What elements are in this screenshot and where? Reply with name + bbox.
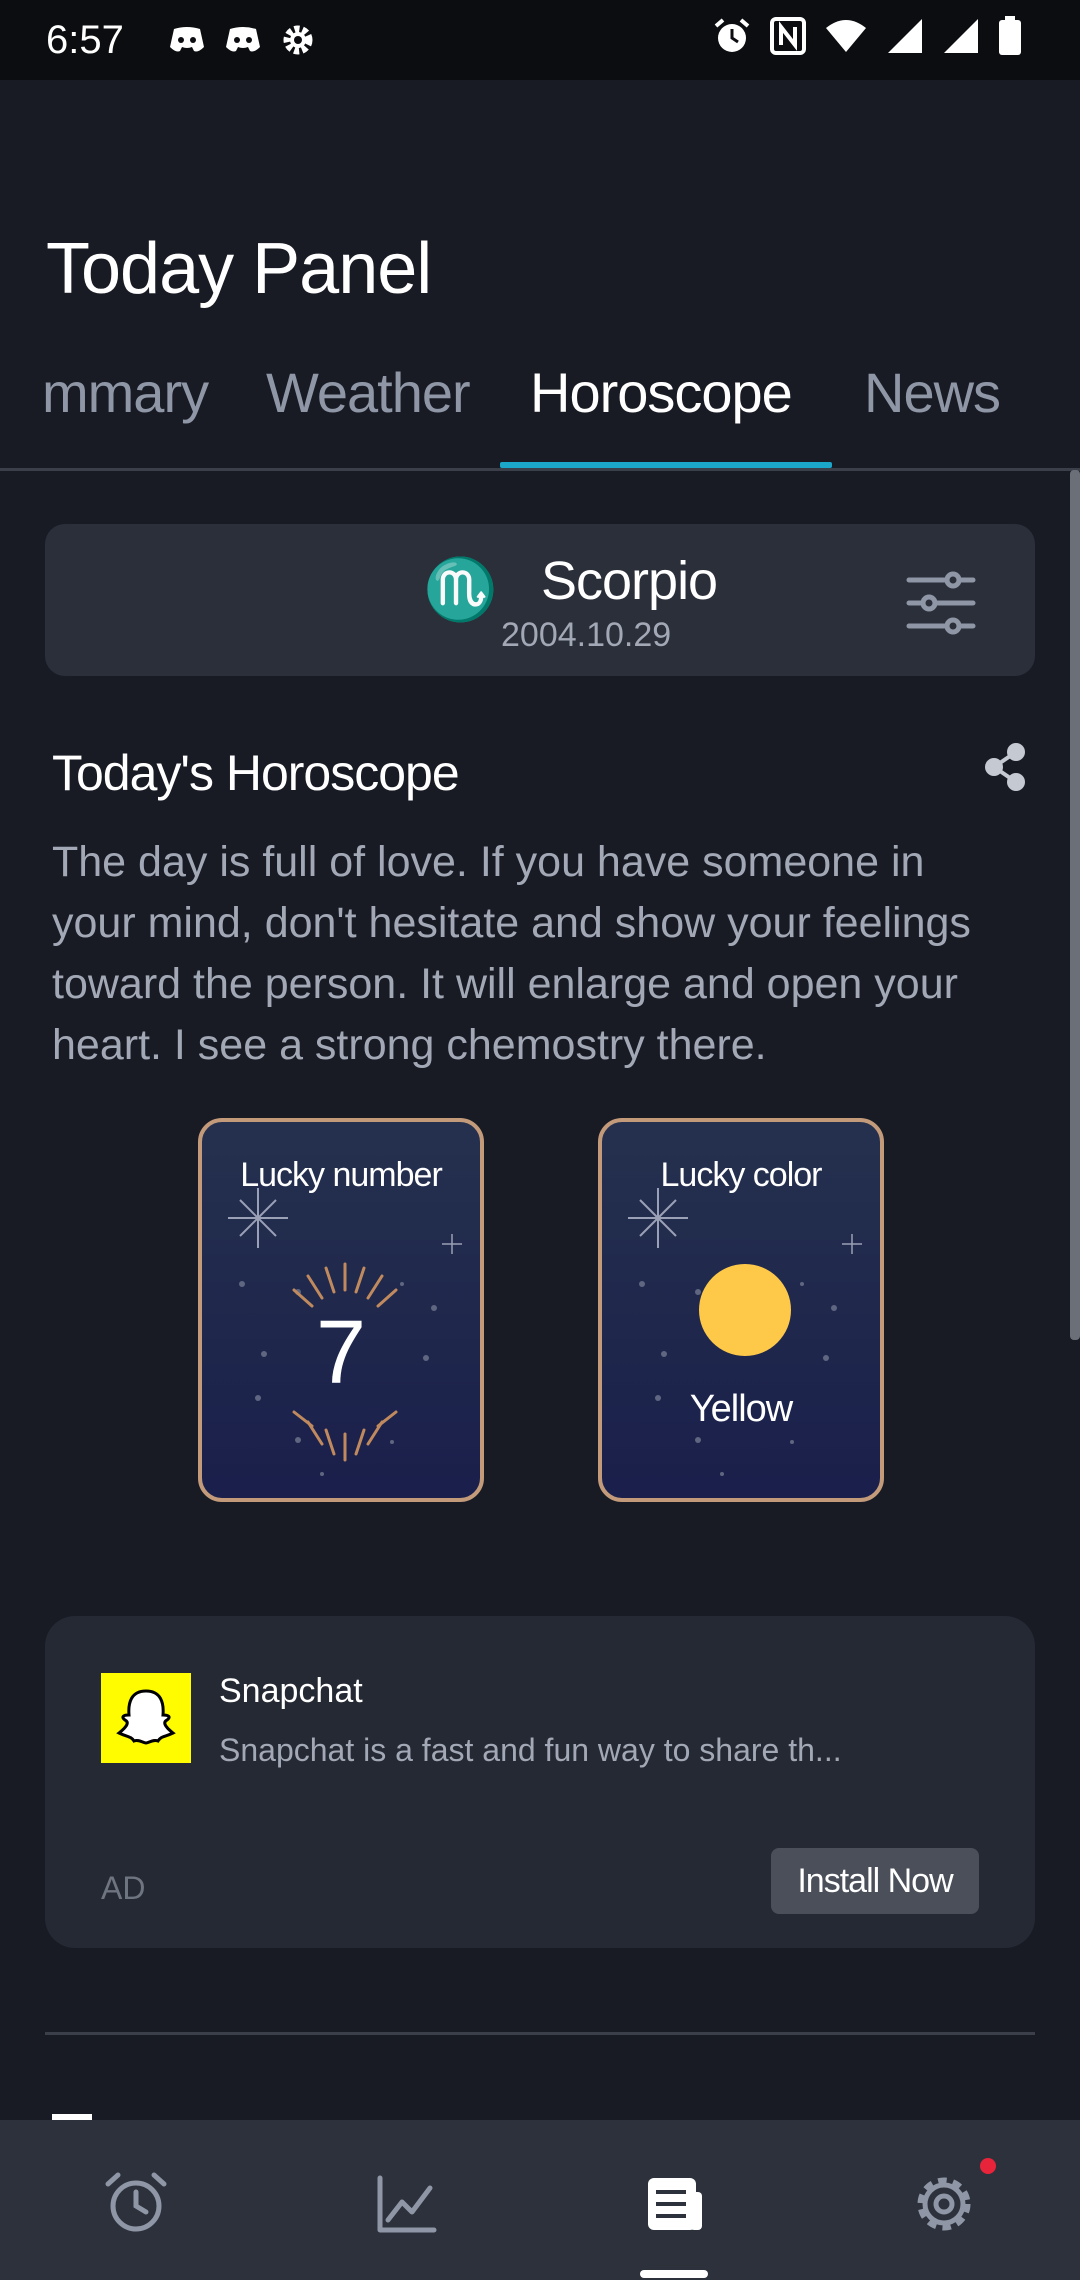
wifi-icon xyxy=(826,20,866,52)
settings-icon[interactable] xyxy=(908,2168,980,2240)
scorpio-icon: ♏ xyxy=(423,556,498,623)
lucky-number-card[interactable]: Lucky number 7 xyxy=(198,1118,484,1502)
snapchat-logo-icon xyxy=(101,1673,191,1763)
alarm-clock-icon[interactable] xyxy=(100,2168,172,2240)
share-icon[interactable] xyxy=(984,742,1026,792)
lucky-number-label: Lucky number xyxy=(240,1156,443,1194)
nfc-icon xyxy=(770,17,806,55)
tab-bar: mmary Weather Horoscope News xyxy=(0,350,1080,470)
horoscope-title: Today's Horoscope xyxy=(52,745,460,801)
sliders-icon[interactable] xyxy=(901,568,981,638)
install-now-button[interactable]: Install Now xyxy=(771,1848,979,1914)
tab-weather[interactable]: Weather xyxy=(266,360,471,425)
zodiac-sign-card[interactable]: ♏ Scorpio 2004.10.29 xyxy=(45,524,1035,676)
gear-icon xyxy=(283,25,313,55)
discord-icon xyxy=(225,27,260,52)
horoscope-text: The day is full of love. If you have som… xyxy=(52,832,1012,1076)
next-section-title-clipped xyxy=(52,2114,92,2120)
status-bar: 6:57 xyxy=(0,0,1080,80)
news-icon[interactable] xyxy=(638,2168,710,2240)
horoscope-line: The day is full of love. If you have som… xyxy=(52,838,925,886)
signal-icon xyxy=(944,19,978,53)
scrollbar[interactable] xyxy=(1070,470,1080,1340)
tab-summary[interactable]: mmary xyxy=(42,360,209,425)
status-time: 6:57 xyxy=(46,17,124,62)
battery-icon xyxy=(999,16,1021,55)
signal-icon xyxy=(888,19,922,53)
sign-name: Scorpio xyxy=(541,551,718,611)
tab-horoscope[interactable]: Horoscope xyxy=(530,360,793,425)
bottom-navigation xyxy=(0,2120,1080,2280)
lucky-color-label: Lucky color xyxy=(660,1156,823,1194)
active-nav-indicator xyxy=(640,2270,708,2278)
page-title: Today Panel xyxy=(46,229,432,309)
ad-app-name: Snapchat xyxy=(219,1672,363,1710)
discord-icon xyxy=(169,27,204,52)
lucky-color-swatch xyxy=(699,1264,791,1356)
ad-description: Snapchat is a fast and fun way to share … xyxy=(219,1732,842,1768)
horoscope-line: your mind, don't hesitate and show your … xyxy=(52,899,971,947)
ad-card[interactable]: Snapchat Snapchat is a fast and fun way … xyxy=(45,1616,1035,1948)
lucky-number-value: 7 xyxy=(315,1303,367,1403)
section-divider xyxy=(45,2032,1035,2035)
notification-badge xyxy=(980,2158,996,2174)
birth-date: 2004.10.29 xyxy=(501,616,672,654)
tab-news[interactable]: News xyxy=(864,360,1001,425)
horoscope-line: heart. I see a strong chemostry there. xyxy=(52,1021,767,1069)
lucky-color-card[interactable]: Lucky color Yellow xyxy=(598,1118,884,1502)
horoscope-line: toward the person. It will enlarge and o… xyxy=(52,960,958,1008)
ad-label: AD xyxy=(101,1870,146,1906)
tab-divider xyxy=(0,468,1080,471)
lucky-color-name: Yellow xyxy=(689,1388,793,1430)
chart-icon[interactable] xyxy=(370,2168,442,2240)
alarm-icon xyxy=(714,18,750,52)
